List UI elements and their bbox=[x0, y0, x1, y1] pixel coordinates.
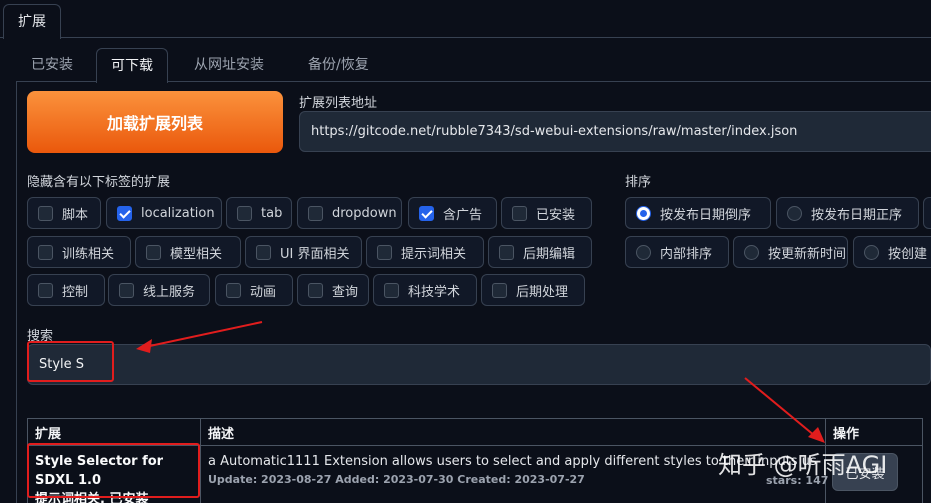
annotation-arrows bbox=[136, 321, 825, 443]
arrow-to-action-head bbox=[808, 427, 825, 443]
arrow-to-search-line bbox=[144, 321, 263, 348]
arrow-to-search-head bbox=[136, 339, 152, 353]
arrow-to-action-line bbox=[744, 377, 816, 437]
